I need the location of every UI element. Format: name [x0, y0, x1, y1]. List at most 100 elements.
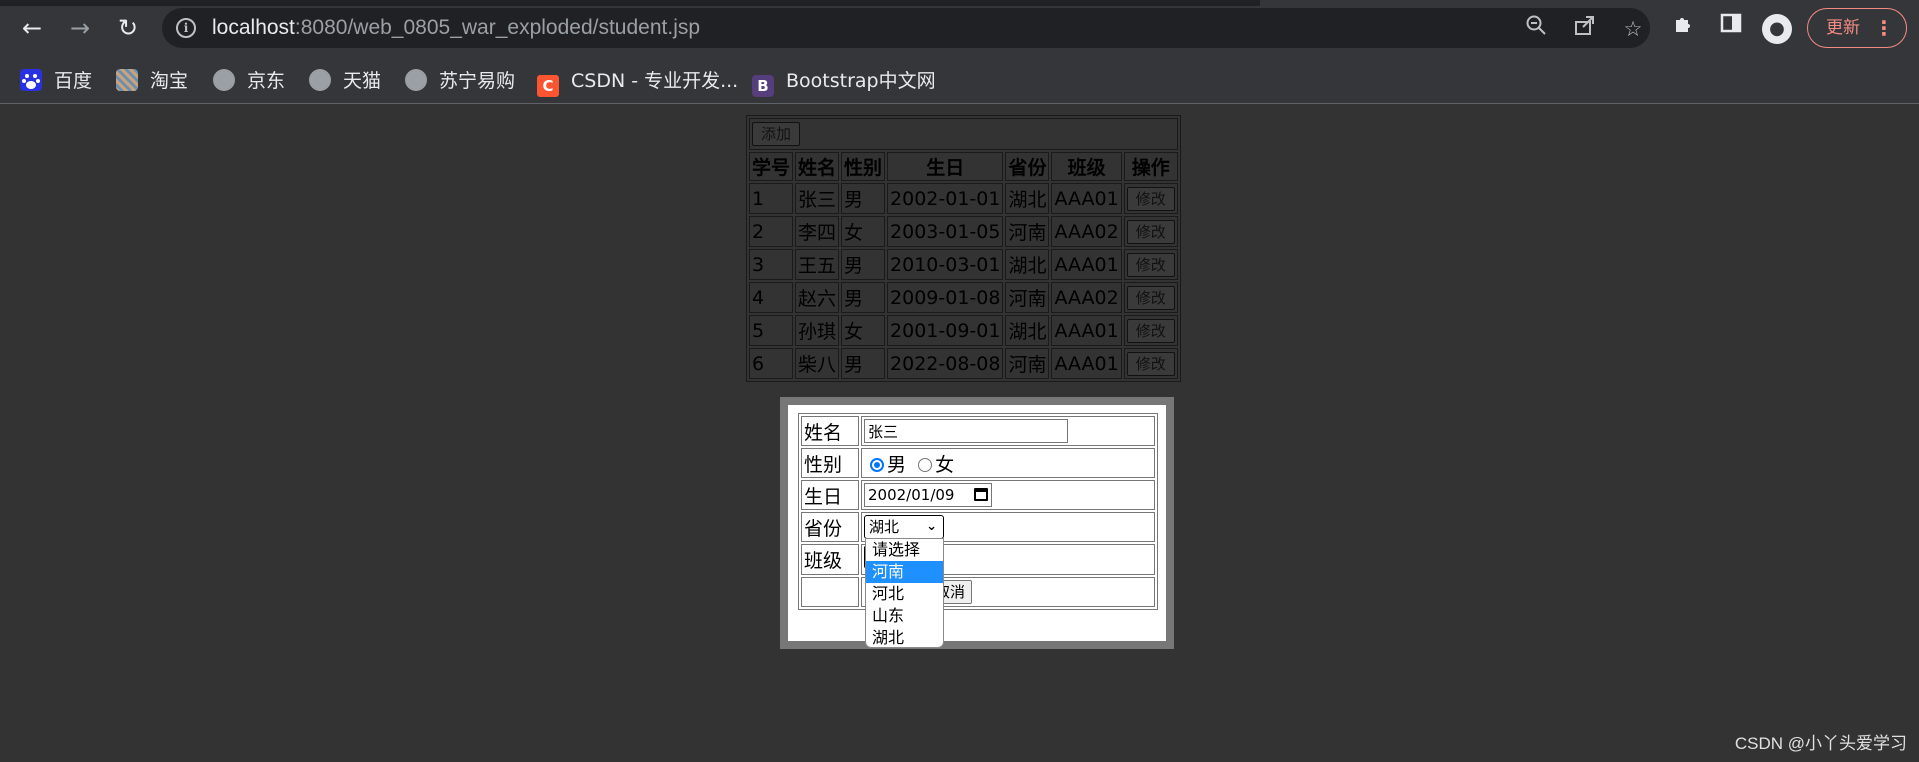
table-header-row: 学号 姓名 性别 生日 省份 班级 操作 — [749, 152, 1178, 181]
cell-birthday: 2010-03-01 — [887, 249, 1004, 280]
cell-name: 柴八 — [795, 348, 840, 379]
edit-button[interactable]: 修改 — [1126, 285, 1175, 310]
cell-id: 6 — [749, 348, 794, 379]
header-class: 班级 — [1051, 152, 1122, 181]
bookmark-baidu[interactable]: 百度 — [20, 68, 92, 94]
back-arrow-icon[interactable]: ← — [14, 12, 50, 44]
edit-button[interactable]: 修改 — [1126, 351, 1175, 376]
share-icon[interactable] — [1570, 14, 1600, 44]
cell-birthday: 2022-08-08 — [887, 348, 1004, 379]
address-bar[interactable]: i localhost:8080/web_0805_war_exploded/s… — [162, 8, 1650, 48]
table-row: 3 王五男 2010-03-01 湖北 AAA01 修改 — [749, 249, 1178, 280]
bookmark-tmall[interactable]: 天猫 — [309, 68, 381, 94]
forward-arrow-icon[interactable]: → — [62, 12, 98, 44]
header-name: 姓名 — [795, 152, 840, 181]
cell-name: 李四 — [795, 216, 840, 247]
header-province: 省份 — [1005, 152, 1050, 181]
province-option[interactable]: 河北 — [866, 583, 943, 605]
cell-class: AAA02 — [1051, 216, 1122, 247]
add-button[interactable]: 添加 — [752, 122, 801, 146]
cell-gender: 男 — [841, 183, 886, 214]
cell-birthday: 2003-01-05 — [887, 216, 1004, 247]
url-text[interactable]: localhost:8080/web_0805_war_exploded/stu… — [212, 16, 700, 40]
cell-class: AAA01 — [1051, 315, 1122, 346]
bookmark-csdn[interactable]: C CSDN - 专业开发... — [537, 68, 738, 97]
taobao-icon — [116, 69, 138, 91]
province-option[interactable]: 山东 — [866, 605, 943, 627]
cell-province: 湖北 — [1005, 315, 1050, 346]
cell-name: 王五 — [795, 249, 840, 280]
bookmark-jd[interactable]: 京东 — [213, 68, 285, 94]
edit-button[interactable]: 修改 — [1126, 252, 1175, 277]
cell-birthday: 2001-09-01 — [887, 315, 1004, 346]
header-gender: 性别 — [841, 152, 886, 181]
cell-province: 河南 — [1005, 216, 1050, 247]
gender-female-radio[interactable] — [918, 457, 933, 472]
reload-icon[interactable]: ↻ — [110, 12, 146, 44]
bookmark-suning[interactable]: 苏宁易购 — [405, 68, 515, 94]
cell-id: 5 — [749, 315, 794, 346]
table-row: 2 李四女 2003-01-05 河南 AAA02 修改 — [749, 216, 1178, 247]
cell-name: 孙琪 — [795, 315, 840, 346]
cell-name: 张三 — [795, 183, 840, 214]
puzzle-icon[interactable] — [1668, 12, 1700, 44]
gender-label: 性别 — [801, 448, 859, 478]
globe-icon — [309, 69, 331, 91]
student-table: 添加 学号 姓名 性别 生日 省份 班级 操作 1 张三男 2002-01-01 湖北… — [746, 115, 1181, 382]
table-row: 5 孙琪女 2001-09-01 湖北 AAA01 修改 — [749, 315, 1178, 346]
cell-province: 河南 — [1005, 348, 1050, 379]
province-option-highlighted[interactable]: 河南 — [866, 561, 943, 583]
cell-class: AAA02 — [1051, 282, 1122, 313]
cell-birthday: 2009-01-08 — [887, 282, 1004, 313]
gender-male-radio[interactable] — [870, 457, 884, 472]
edit-form: 姓名 性别 男 女 生日 2002/01/09 省份 湖北 — [798, 413, 1158, 610]
header-birthday: 生日 — [887, 152, 1004, 181]
kebab-menu-icon[interactable]: ⋮ — [1874, 9, 1894, 47]
class-label: 班级 — [801, 544, 859, 575]
edit-button[interactable]: 修改 — [1126, 318, 1175, 343]
cell-gender: 男 — [841, 348, 886, 379]
side-panel-icon[interactable] — [1715, 12, 1747, 44]
province-option[interactable]: 请选择 — [866, 539, 943, 561]
profile-icon[interactable]: ● — [1762, 14, 1792, 44]
globe-icon — [213, 69, 235, 91]
bookmarks-bar: 百度 淘宝 京东 天猫 苏宁易购 C CSDN - 专业开发... B Bootst… — [0, 57, 1919, 104]
baidu-icon — [20, 69, 42, 91]
province-dropdown-list: 请选择 河南 河北 山东 湖北 — [865, 538, 944, 648]
zoom-icon[interactable] — [1521, 14, 1551, 44]
province-select[interactable]: 湖北 ⌄ — [864, 515, 944, 539]
edit-button[interactable]: 修改 — [1126, 186, 1175, 211]
update-button[interactable]: 更新 ⋮ — [1807, 8, 1907, 48]
cell-class: AAA01 — [1051, 348, 1122, 379]
bookmark-taobao[interactable]: 淘宝 — [116, 68, 188, 94]
province-option[interactable]: 湖北 — [866, 627, 943, 647]
edit-button[interactable]: 修改 — [1126, 219, 1175, 244]
table-row: 6 柴八男 2022-08-08 河南 AAA01 修改 — [749, 348, 1178, 379]
birthday-input[interactable]: 2002/01/09 — [864, 483, 992, 507]
edit-dialog: 姓名 性别 男 女 生日 2002/01/09 省份 湖北 — [780, 397, 1174, 649]
csdn-icon: C — [537, 75, 559, 97]
chevron-down-icon: ⌄ — [926, 519, 937, 534]
header-id: 学号 — [749, 152, 794, 181]
cell-province: 湖北 — [1005, 249, 1050, 280]
cell-gender: 男 — [841, 249, 886, 280]
name-input[interactable] — [864, 419, 1068, 443]
cell-class: AAA01 — [1051, 249, 1122, 280]
cell-name: 赵六 — [795, 282, 840, 313]
province-label: 省份 — [801, 512, 859, 542]
cell-class: AAA01 — [1051, 183, 1122, 214]
star-icon[interactable]: ☆ — [1618, 14, 1648, 44]
cell-gender: 女 — [841, 216, 886, 247]
cell-gender: 男 — [841, 282, 886, 313]
browser-toolbar: ← → ↻ i localhost:8080/web_0805_war_expl… — [0, 0, 1919, 57]
birthday-label: 生日 — [801, 480, 859, 510]
table-row: 1 张三男 2002-01-01 湖北 AAA01 修改 — [749, 183, 1178, 214]
name-label: 姓名 — [801, 416, 859, 446]
calendar-icon[interactable] — [974, 488, 988, 501]
bootstrap-icon: B — [752, 75, 774, 97]
table-row: 4 赵六男 2009-01-08 河南 AAA02 修改 — [749, 282, 1178, 313]
info-icon[interactable]: i — [176, 18, 196, 38]
bookmark-bootstrap[interactable]: B Bootstrap中文网 — [752, 68, 936, 97]
cell-id: 4 — [749, 282, 794, 313]
cell-id: 2 — [749, 216, 794, 247]
